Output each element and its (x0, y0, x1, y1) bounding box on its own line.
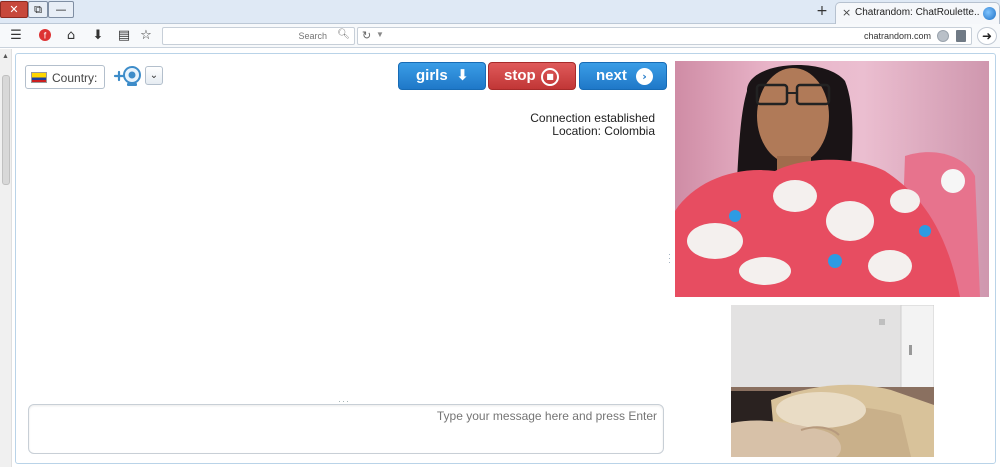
girls-filter-button[interactable]: girls ⬇ (398, 62, 486, 90)
message-box (28, 404, 664, 454)
download-arrow-icon: ⬇ (456, 66, 469, 84)
scroll-up-arrow-icon[interactable]: ▲ (2, 53, 9, 60)
my-webcam-video (731, 305, 934, 457)
webcam-dropdown-button[interactable]: ⌄ (145, 66, 163, 85)
url-dropdown-icon[interactable]: ▼ (376, 30, 384, 39)
colombia-flag-icon (31, 72, 47, 83)
next-button[interactable]: next › (579, 62, 667, 90)
page-info-icon[interactable] (956, 30, 966, 42)
url-bar[interactable]: ↻ ▼ chatrandom.com (357, 27, 972, 45)
favicon-icon (983, 7, 996, 20)
search-icon[interactable]: 🔍︎ (337, 29, 350, 40)
browser-tab[interactable]: × Chatrandom: ChatRoulette... (835, 2, 1000, 24)
chat-status: Connection established Location: Colombi… (400, 112, 655, 138)
navigation-bar: ☰ f ⌂ ⬇ ▤ ☆ 🔍︎ ↻ ▼ chatrandom.com ➜ (0, 24, 1000, 48)
tab-title: Chatrandom: ChatRoulette... (855, 7, 980, 18)
message-input[interactable] (35, 409, 657, 449)
title-bar: ✕ ⧉ — + × Chatrandom: ChatRoulette... (0, 0, 1000, 24)
home-icon[interactable]: ⌂ (63, 28, 79, 44)
next-button-label: next (596, 67, 627, 84)
search-box: 🔍︎ (162, 27, 355, 45)
url-text[interactable]: chatrandom.com (864, 31, 931, 41)
download-icon[interactable]: ⬇ (90, 28, 106, 44)
scrollbar[interactable]: ▲ (0, 49, 12, 467)
country-select[interactable]: Country: (25, 65, 105, 89)
back-button[interactable]: ➜ (977, 27, 997, 45)
stop-button[interactable]: stop ■ (488, 62, 576, 90)
window-close-button[interactable]: ✕ (0, 1, 28, 18)
stop-circle-icon: ■ (541, 68, 559, 86)
webcam-add-icon[interactable] (113, 65, 143, 87)
country-label: Country: (52, 71, 98, 85)
extension-icon[interactable]: f (37, 28, 53, 44)
next-arrow-icon: › (636, 68, 653, 85)
window-minimize-button[interactable]: — (48, 1, 74, 18)
partner-video (675, 61, 989, 297)
video-resize-handle[interactable]: · · · (668, 250, 674, 267)
bookmark-star-icon[interactable]: ☆ (138, 28, 154, 44)
reader-icon[interactable]: ▤ (116, 28, 132, 44)
search-input[interactable] (167, 29, 327, 43)
scroll-thumb[interactable] (2, 75, 10, 185)
site-identity-icon[interactable] (937, 30, 949, 42)
hamburger-menu-icon[interactable]: ☰ (8, 28, 24, 44)
new-tab-button[interactable]: + (813, 4, 831, 20)
reload-icon[interactable]: ↻ (362, 29, 371, 42)
stop-button-label: stop (504, 67, 536, 84)
location-status-text: Location: Colombia (552, 124, 655, 138)
girls-button-label: girls (416, 67, 448, 84)
tab-close-icon[interactable]: × (842, 6, 851, 19)
window-maximize-button[interactable]: ⧉ (28, 1, 48, 18)
